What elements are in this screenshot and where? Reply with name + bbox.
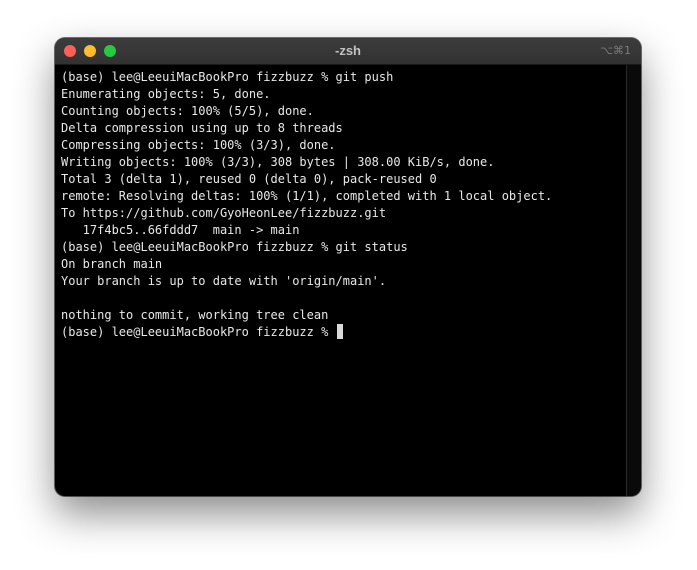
terminal-line: To https://github.com/GyoHeonLee/fizzbuz… xyxy=(61,206,387,220)
prompt-line[interactable]: (base) lee@LeeuiMacBookPro fizzbuzz % xyxy=(61,324,621,341)
terminal-window: -zsh ⌥⌘1 (base) lee@LeeuiMacBookPro fizz… xyxy=(55,38,641,496)
terminal-line: 17f4bc5..66fddd7 main -> main xyxy=(61,223,300,237)
terminal-line: Compressing objects: 100% (3/3), done. xyxy=(61,138,336,152)
title-bar[interactable]: -zsh ⌥⌘1 xyxy=(55,38,641,65)
terminal-line: Your branch is up to date with 'origin/m… xyxy=(61,274,387,288)
terminal-line: Total 3 (delta 1), reused 0 (delta 0), p… xyxy=(61,172,437,186)
terminal-line: (base) lee@LeeuiMacBookPro fizzbuzz % gi… xyxy=(61,240,408,254)
terminal-output[interactable]: (base) lee@LeeuiMacBookPro fizzbuzz % gi… xyxy=(61,69,621,489)
window-title: -zsh xyxy=(335,43,361,58)
terminal-line: (base) lee@LeeuiMacBookPro fizzbuzz % gi… xyxy=(61,70,394,84)
terminal-line: Counting objects: 100% (5/5), done. xyxy=(61,104,314,118)
terminal-line: Writing objects: 100% (3/3), 308 bytes |… xyxy=(61,155,495,169)
shell-prompt: (base) lee@LeeuiMacBookPro fizzbuzz % xyxy=(61,325,336,339)
terminal-line: On branch main xyxy=(61,257,163,271)
terminal-line: remote: Resolving deltas: 100% (1/1), co… xyxy=(61,189,553,203)
window-shortcut: ⌥⌘1 xyxy=(600,44,631,57)
terminal-line: Delta compression using up to 8 threads xyxy=(61,121,343,135)
text-cursor xyxy=(336,324,343,339)
terminal-line: Enumerating objects: 5, done. xyxy=(61,87,271,101)
terminal-line: nothing to commit, working tree clean xyxy=(61,308,329,322)
vertical-scrollbar[interactable] xyxy=(626,65,641,496)
